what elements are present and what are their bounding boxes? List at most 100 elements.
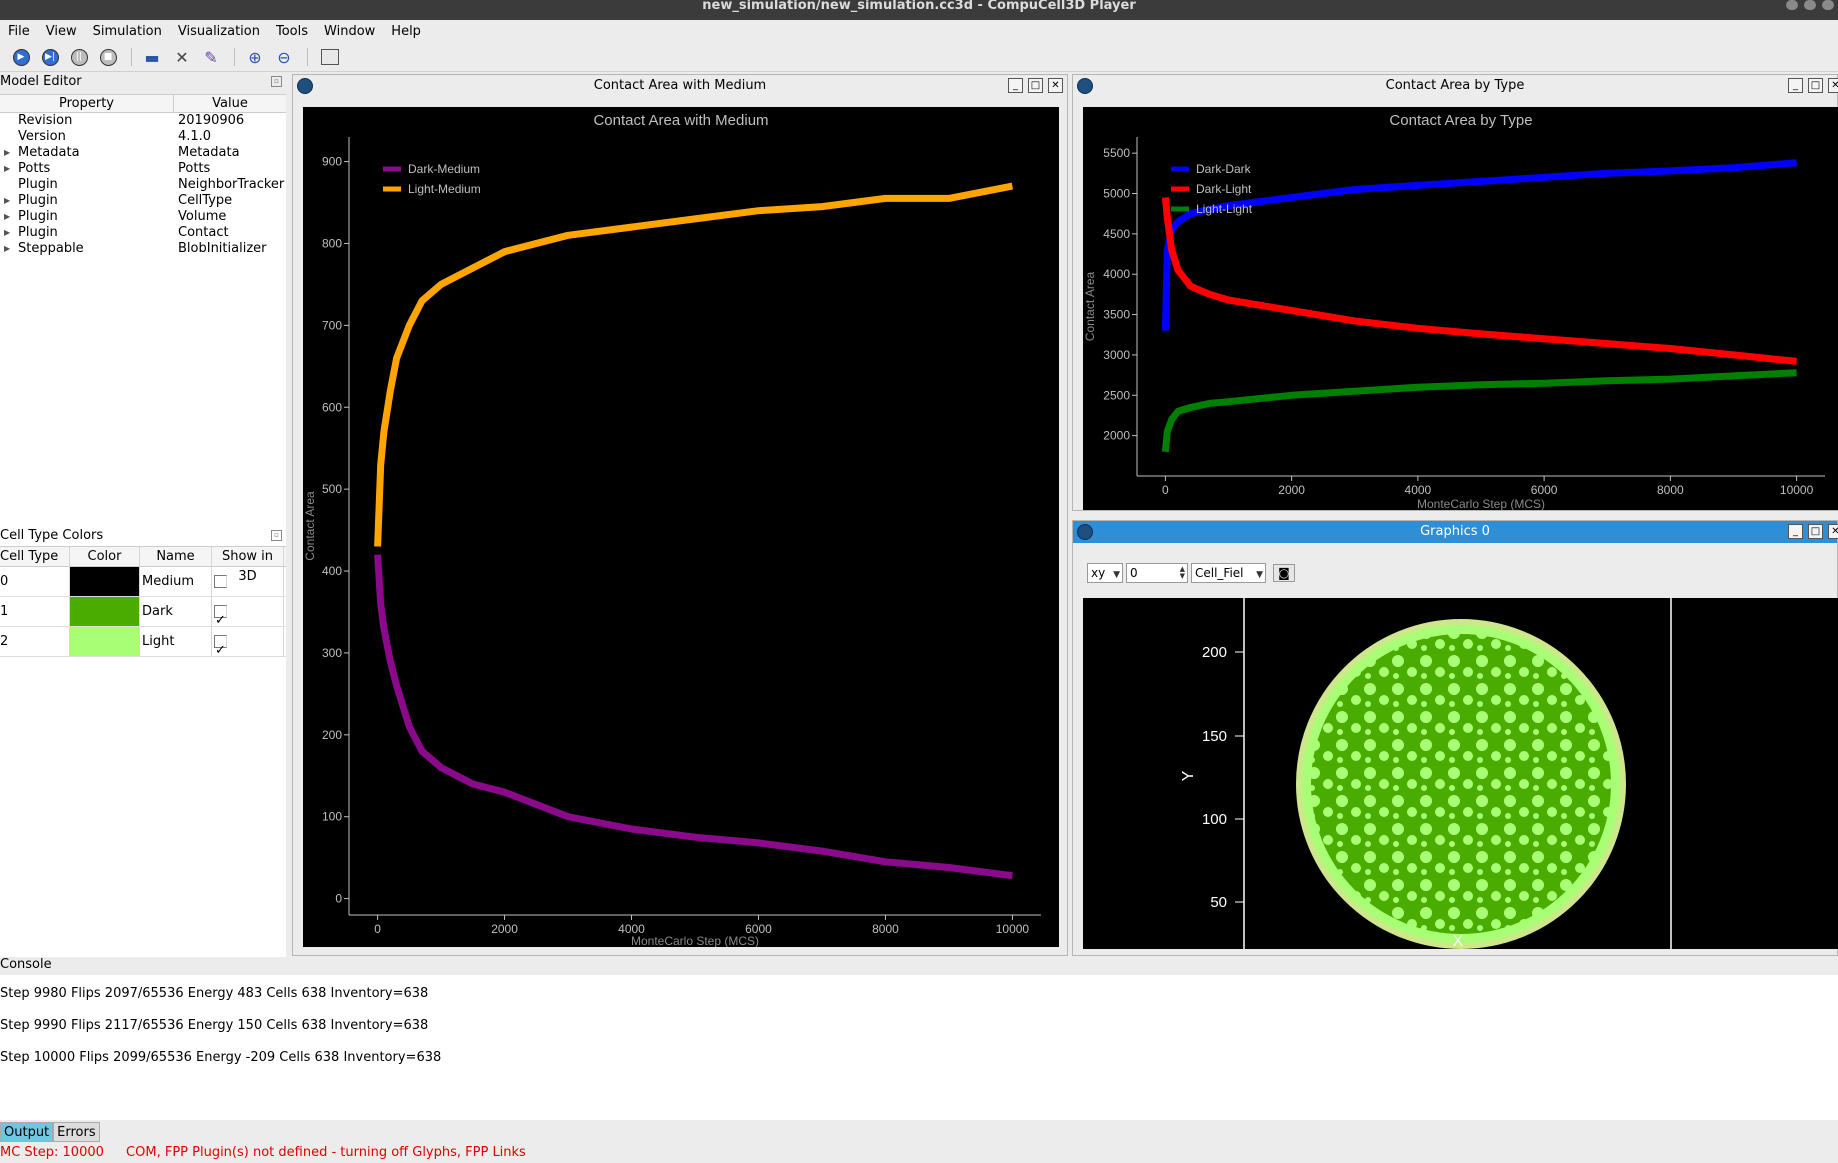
medium-plot-window[interactable]: Contact Area with Medium _ □ ✕ Contact A…: [292, 74, 1068, 956]
cell-type-row[interactable]: 0 Medium: [0, 567, 286, 597]
menu-tools[interactable]: Tools: [268, 24, 316, 39]
open-icon: ▬: [144, 47, 160, 67]
open-button[interactable]: ▬: [142, 47, 162, 67]
console-line: Step 9980 Flips 2097/65536 Energy 483 Ce…: [0, 986, 429, 1001]
column-color[interactable]: Color: [70, 547, 140, 566]
column-property[interactable]: Property: [0, 95, 174, 112]
plane-select[interactable]: xy ▼: [1087, 563, 1123, 583]
tree-row[interactable]: Plugin NeighborTracker: [0, 177, 286, 193]
menu-help[interactable]: Help: [383, 24, 429, 39]
expand-arrow-icon[interactable]: ▶: [4, 193, 10, 209]
type-plot-titlebar[interactable]: Contact Area by Type _ □ ✕: [1073, 75, 1838, 97]
column-show-in-3d[interactable]: Show in 3D: [212, 547, 284, 584]
menu-view[interactable]: View: [38, 24, 85, 39]
minimize-icon[interactable]: _: [1008, 78, 1023, 93]
console-output[interactable]: Step 9980 Flips 2097/65536 Energy 483 Ce…: [0, 975, 1838, 1120]
plane-value: xy: [1091, 566, 1106, 580]
graphics-canvas[interactable]: 200 150 100 50 Y X: [1083, 598, 1838, 950]
expand-arrow-icon[interactable]: ▶: [4, 241, 10, 257]
stop-button[interactable]: ■: [98, 47, 118, 67]
pause-button[interactable]: ||: [69, 47, 89, 67]
minimize-window-icon[interactable]: [1786, 0, 1798, 10]
show-in-3d-checkbox[interactable]: ✓: [214, 605, 227, 628]
tools-button[interactable]: ✕: [172, 47, 192, 67]
close-icon[interactable]: ✕: [1048, 78, 1063, 93]
tree-row[interactable]: ▶ Potts Potts: [0, 161, 286, 177]
color-swatch[interactable]: [70, 627, 140, 656]
y-tick-label: 500: [322, 482, 342, 496]
menu-simulation[interactable]: Simulation: [85, 24, 170, 39]
medium-plot-titlebar[interactable]: Contact Area with Medium _ □ ✕: [293, 75, 1067, 97]
status-message: COM, FPP Plugin(s) not defined - turning…: [126, 1145, 526, 1160]
maximize-icon[interactable]: □: [1808, 78, 1823, 93]
type-plot-window[interactable]: Contact Area by Type _ □ ✕ Contact Area …: [1072, 74, 1838, 511]
edit-button[interactable]: ✎: [201, 47, 221, 67]
field-select[interactable]: Cell_Fiel ▼: [1191, 563, 1266, 583]
property-value: Contact: [178, 225, 229, 240]
screenshot-button[interactable]: ◙: [1273, 564, 1295, 582]
property-value: Metadata: [178, 145, 240, 160]
undock-icon[interactable]: ▫: [271, 530, 282, 541]
tab-errors[interactable]: Errors: [53, 1122, 100, 1142]
close-window-icon[interactable]: [1822, 0, 1834, 10]
cc3d-icon: [1077, 78, 1093, 94]
menu-window[interactable]: Window: [316, 24, 383, 39]
tree-row[interactable]: ▶ Plugin Volume: [0, 209, 286, 225]
property-value: NeighborTracker: [178, 177, 285, 192]
maximize-window-icon[interactable]: [1804, 0, 1816, 10]
y-tick-label: 600: [322, 400, 342, 414]
type-plot-area[interactable]: Contact Area by Type 0 2000 4000 6000 8000 100…: [1083, 107, 1838, 511]
close-icon[interactable]: ✕: [1828, 78, 1838, 93]
run-button[interactable]: ▶: [11, 47, 31, 67]
close-icon[interactable]: ✕: [1828, 524, 1838, 539]
step-icon: ▶|: [41, 48, 59, 66]
spin-arrows-icon[interactable]: ▲ ▼: [1180, 566, 1185, 580]
tree-row[interactable]: ▶ Plugin Contact: [0, 225, 286, 241]
cell-type-columns: Cell Type Id Color Name Show in 3D: [0, 547, 286, 584]
column-name[interactable]: Name: [140, 547, 212, 566]
menu-visualization[interactable]: Visualization: [170, 24, 268, 39]
slice-spinbox[interactable]: 0 ▲ ▼: [1126, 563, 1188, 583]
tree-row[interactable]: Version 4.1.0: [0, 129, 286, 145]
zoom-out-button[interactable]: ⊖: [274, 47, 294, 67]
tree-row[interactable]: ▶ Plugin CellType: [0, 193, 286, 209]
show-in-3d-checkbox[interactable]: ✓: [214, 635, 227, 658]
x-axis-label: MonteCarlo Step (MCS): [1417, 497, 1545, 510]
zoom-in-button[interactable]: ⊕: [245, 47, 265, 67]
graphics-titlebar[interactable]: Graphics 0 _ □ ✕: [1073, 521, 1838, 543]
expand-arrow-icon[interactable]: ▶: [4, 161, 10, 177]
step-button[interactable]: ▶|: [40, 47, 60, 67]
cell-type-row[interactable]: 2 Light ✓: [0, 627, 286, 658]
expand-arrow-icon[interactable]: ▶: [4, 145, 10, 161]
cascade-button[interactable]: [320, 47, 340, 67]
cell-type-row[interactable]: 1 Dark ✓: [0, 597, 286, 628]
chart-title: Contact Area with Medium: [593, 112, 768, 129]
maximize-icon[interactable]: □: [1808, 524, 1823, 539]
graphics-window-title: Graphics 0: [1420, 524, 1490, 539]
y-tick-label: 900: [322, 155, 342, 169]
minimize-icon[interactable]: _: [1788, 524, 1803, 539]
column-cell-type-id[interactable]: Cell Type Id: [0, 547, 70, 566]
show-in-3d-checkbox[interactable]: [214, 575, 227, 588]
cell-type-id: 2: [0, 627, 70, 656]
expand-arrow-icon[interactable]: ▶: [4, 225, 10, 241]
tree-row[interactable]: ▶ Steppable BlobInitializer: [0, 241, 286, 257]
medium-plot-area[interactable]: Contact Area with Medium 0 2000 4000 6000 800…: [303, 107, 1059, 948]
graphics-window[interactable]: Graphics 0 _ □ ✕ xy ▼ 0 ▲ ▼ Cell_Fiel ▼ ◙: [1072, 520, 1838, 956]
chevron-down-icon: ▼: [1113, 570, 1120, 580]
tree-row[interactable]: Revision 20190906: [0, 113, 286, 129]
legend-label: Dark-Medium: [408, 162, 480, 176]
column-value[interactable]: Value: [174, 95, 286, 112]
minimize-icon[interactable]: _: [1788, 78, 1803, 93]
tab-output[interactable]: Output: [0, 1122, 54, 1142]
maximize-icon[interactable]: □: [1028, 78, 1043, 93]
undock-icon[interactable]: ▫: [271, 76, 282, 87]
menu-file[interactable]: File: [0, 24, 38, 39]
expand-arrow-icon[interactable]: ▶: [4, 209, 10, 225]
model-editor-rows: Revision 20190906 Version 4.1.0 ▶ Metadata Met…: [0, 113, 286, 257]
status-bar: MC Step: 10000 COM, FPP Plugin(s) not de…: [0, 1145, 544, 1160]
tree-row[interactable]: ▶ Metadata Metadata: [0, 145, 286, 161]
property-name: Revision: [18, 113, 73, 128]
color-swatch[interactable]: [70, 597, 140, 626]
color-swatch[interactable]: [70, 567, 140, 596]
